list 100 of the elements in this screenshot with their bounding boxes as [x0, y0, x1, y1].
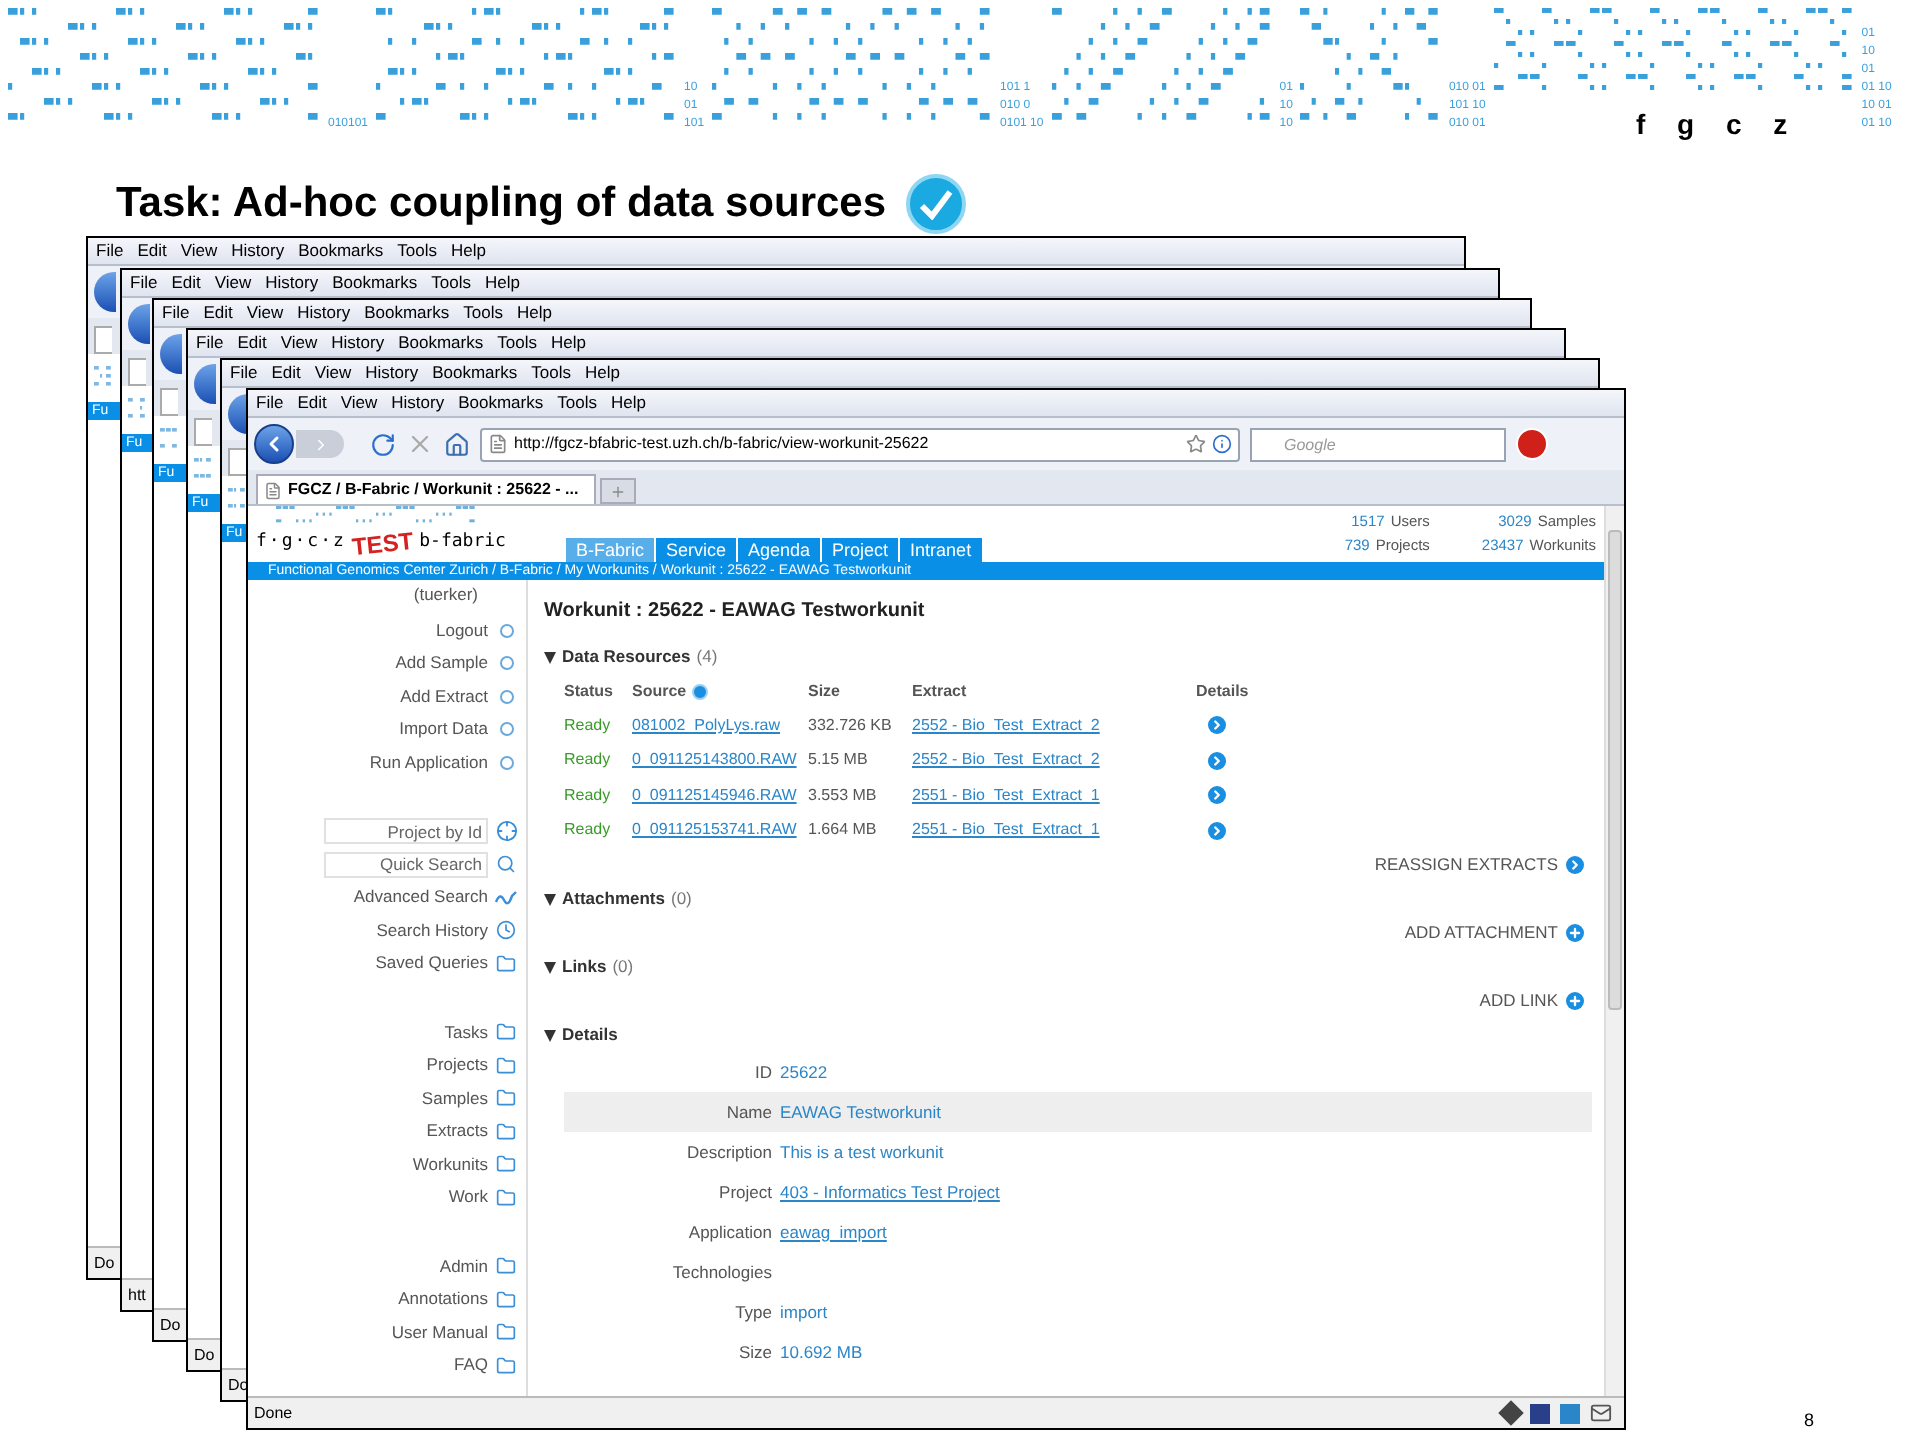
tab[interactable] [94, 326, 112, 354]
tab[interactable] [160, 388, 178, 416]
menu-item[interactable]: Bookmarks [432, 360, 518, 386]
menu-item[interactable]: Edit [271, 360, 301, 386]
tab[interactable] [128, 358, 146, 386]
arrow-icon[interactable] [1566, 856, 1584, 874]
search-field[interactable]: Google [1250, 427, 1506, 461]
menu-item[interactable]: History [331, 330, 385, 356]
menu-item[interactable]: File [130, 270, 158, 296]
file-link[interactable]: 081002_PolyLys.raw [632, 713, 808, 738]
down-triangle-icon[interactable] [544, 893, 556, 905]
tab[interactable] [194, 418, 212, 446]
arrow-icon[interactable] [1208, 751, 1226, 770]
menu-item[interactable]: Tools [397, 238, 437, 264]
menu-item[interactable]: History [265, 270, 319, 296]
back-button[interactable] [94, 272, 116, 312]
extract-link[interactable]: 2552 - Bio_Test_Extract_2 [912, 748, 1196, 773]
menu-item[interactable]: Edit [137, 238, 167, 264]
file-link[interactable]: 0_091125143800.RAW [632, 748, 808, 773]
tab[interactable] [228, 448, 246, 476]
menu-item[interactable]: File [230, 360, 258, 386]
sidebar-link[interactable]: Add Extract [400, 683, 488, 710]
extract-link[interactable]: 2551 - Bio_Test_Extract_1 [912, 783, 1196, 808]
menu-item[interactable]: File [96, 238, 124, 264]
menu-item[interactable]: View [340, 390, 378, 416]
file-link[interactable]: 0_091125145946.RAW [632, 783, 808, 808]
sidebar-link[interactable]: Projects [426, 1052, 488, 1079]
field-link[interactable]: eawag_import [780, 1219, 887, 1245]
menu-item[interactable]: Help [450, 238, 486, 264]
menu-item[interactable]: History [297, 300, 351, 326]
menu-item[interactable]: View [314, 360, 352, 386]
sidebar-link[interactable]: Import Data [399, 716, 488, 743]
menu-item[interactable]: Help [484, 270, 520, 296]
add-icon[interactable] [1566, 924, 1584, 942]
sidebar-link[interactable]: Annotations [398, 1286, 488, 1313]
back-button[interactable] [194, 364, 216, 404]
menu-item[interactable]: Bookmarks [398, 330, 484, 356]
sidebar-link[interactable]: Logout [436, 617, 488, 644]
down-triangle-icon[interactable] [544, 651, 556, 663]
menu-item[interactable]: History [391, 390, 445, 416]
new-tab-button[interactable] [600, 478, 636, 504]
menu-item[interactable]: History [231, 238, 285, 264]
stop-icon[interactable] [406, 430, 434, 458]
menu-item[interactable]: Edit [203, 300, 233, 326]
menu-item[interactable]: File [256, 390, 284, 416]
sidebar-link[interactable]: Search History [376, 917, 488, 944]
menu-item[interactable]: Bookmarks [364, 300, 450, 326]
arrow-icon[interactable] [1208, 786, 1226, 805]
url-field[interactable]: http://fgcz-bfabric-test.uzh.ch/b-fabric/view-workunit-25622 [480, 427, 1240, 461]
sidebar-link[interactable]: Work [448, 1184, 488, 1211]
menu-item[interactable]: Help [610, 390, 646, 416]
sidebar-link[interactable]: Advanced Search [353, 884, 488, 911]
menu-item[interactable]: View [180, 238, 218, 264]
menu-item[interactable]: Tools [497, 330, 537, 356]
sidebar-link[interactable]: Run Application [369, 749, 488, 776]
sidebar-link[interactable]: Samples [421, 1085, 488, 1112]
bookmark-star-icon[interactable] [1186, 434, 1206, 454]
sidebar-link[interactable]: Tasks [444, 1019, 488, 1046]
search-icon[interactable] [496, 854, 516, 875]
sidebar-link[interactable]: User Manual [391, 1319, 488, 1346]
arrow-icon[interactable] [1208, 716, 1226, 735]
browser-tab[interactable]: FGCZ / B-Fabric / Workunit : 25622 - ... [256, 474, 596, 504]
scrollbar[interactable] [1604, 506, 1624, 1396]
section-title[interactable]: Attachments [562, 886, 665, 912]
info-icon[interactable] [1212, 434, 1232, 454]
menu-item[interactable]: Tools [557, 390, 597, 416]
menu-item[interactable]: Edit [171, 270, 201, 296]
menu-item[interactable]: Help [516, 300, 552, 326]
section-title[interactable]: Data Resources [562, 644, 691, 670]
arrow-icon[interactable] [1208, 821, 1226, 840]
extract-link[interactable]: 2552 - Bio_Test_Extract_2 [912, 713, 1196, 738]
crosshair-icon[interactable] [495, 820, 517, 843]
back-button[interactable] [128, 304, 150, 344]
info-icon[interactable] [692, 683, 709, 699]
action-link[interactable]: REASSIGN EXTRACTS [1374, 852, 1558, 878]
extract-link[interactable]: 2551 - Bio_Test_Extract_1 [912, 818, 1196, 843]
action-link[interactable]: ADD LINK [1479, 988, 1558, 1014]
section-title[interactable]: Links [562, 954, 607, 980]
down-triangle-icon[interactable] [544, 1029, 556, 1041]
down-triangle-icon[interactable] [544, 961, 556, 973]
field-link[interactable]: 403 - Informatics Test Project [780, 1179, 1000, 1205]
menu-item[interactable]: Tools [431, 270, 471, 296]
menu-item[interactable]: File [162, 300, 190, 326]
menu-item[interactable]: File [196, 330, 224, 356]
menu-item[interactable]: Help [550, 330, 586, 356]
reload-icon[interactable] [370, 431, 396, 457]
menu-item[interactable]: History [365, 360, 419, 386]
menu-item[interactable]: Tools [463, 300, 503, 326]
menu-item[interactable]: View [246, 300, 284, 326]
menu-item[interactable]: Bookmarks [298, 238, 384, 264]
section-title[interactable]: Details [562, 1022, 618, 1048]
menu-item[interactable]: Bookmarks [332, 270, 418, 296]
sidebar-link[interactable]: Add Sample [395, 650, 488, 677]
sidebar-link[interactable]: Saved Queries [375, 950, 488, 977]
home-icon[interactable] [444, 431, 470, 457]
menu-item[interactable]: Edit [237, 330, 267, 356]
sidebar-link[interactable]: FAQ [453, 1352, 488, 1379]
add-icon[interactable] [1566, 992, 1584, 1010]
file-link[interactable]: 0_091125153741.RAW [632, 818, 808, 843]
back-button[interactable] [160, 334, 182, 374]
